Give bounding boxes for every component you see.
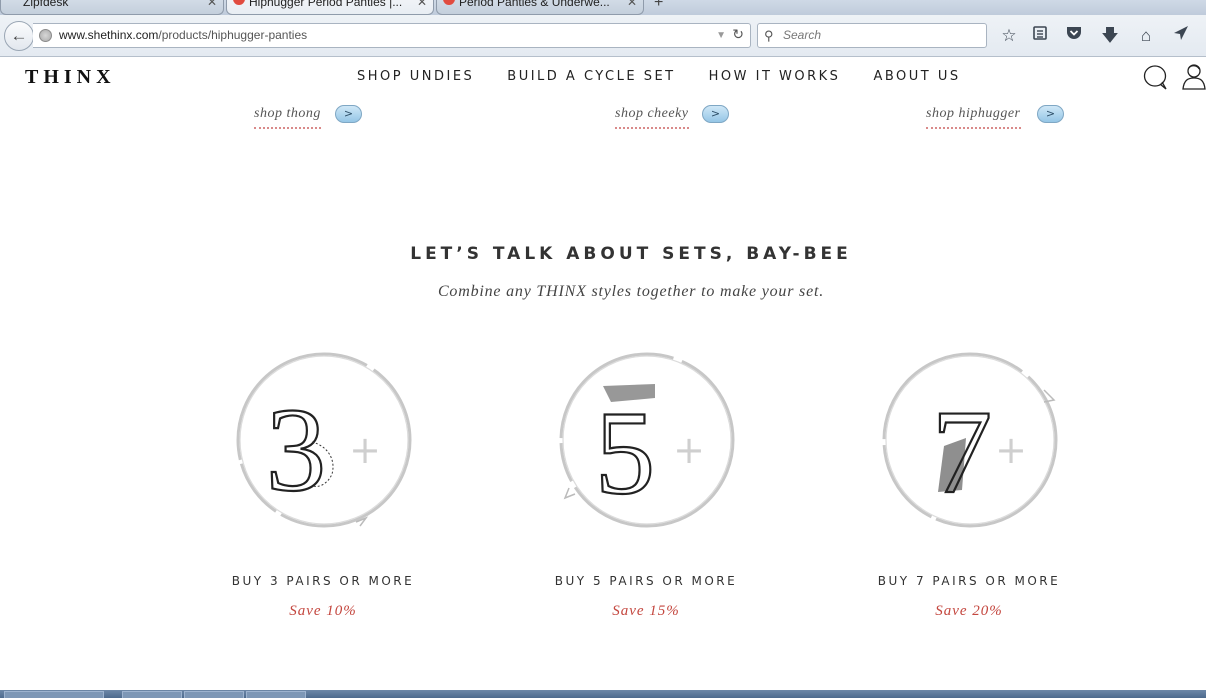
nav-about-us[interactable]: ABOUT US (873, 69, 960, 84)
thinx-favicon-icon (443, 0, 455, 5)
badge-number: 5 (595, 386, 655, 519)
url-path: /products/hiphugger-panties (158, 28, 308, 42)
send-icon[interactable] (1170, 25, 1192, 47)
address-bar[interactable]: www.shethinx.com/products/hiphugger-pant… (33, 23, 751, 48)
tab-close-icon[interactable]: ✕ (207, 0, 217, 12)
offer-7-label: BUY 7 PAIRS OR MORE (877, 574, 1061, 588)
badge-plus: + (995, 428, 1027, 472)
browser-tab-zipfdesk[interactable]: Zipfdesk ✕ (0, 0, 224, 15)
shop-hiphugger-arrow-button[interactable]: > (1037, 105, 1064, 123)
browser-tab-hiphugger[interactable]: Hiphugger Period Panties |... ✕ (226, 0, 434, 15)
thinx-favicon-icon (233, 0, 245, 5)
tab-title: Period Panties & Underwe... (459, 0, 610, 9)
nav-how-it-works[interactable]: HOW IT WORKS (709, 69, 841, 84)
shop-hiphugger-link[interactable]: shop hiphugger (926, 106, 1021, 129)
tab-title: Hiphugger Period Panties |... (249, 0, 403, 9)
sets-heading: LET’S TALK ABOUT SETS, BAY-BEE (410, 244, 852, 264)
shop-cheeky-arrow-button[interactable]: > (702, 105, 729, 123)
back-arrow-icon: ← (10, 26, 28, 45)
tab-title: Zipfdesk (23, 0, 69, 9)
os-taskbar (0, 690, 1206, 698)
account-icon[interactable] (1182, 63, 1206, 95)
browser-tab-period-panties[interactable]: Period Panties & Underwe... ✕ (436, 0, 644, 15)
back-button[interactable]: ← (4, 21, 34, 51)
shop-thong-label: shop thong (254, 106, 321, 129)
taskbar-start-button[interactable] (4, 691, 104, 698)
offer-7-save: Save 20% (935, 603, 1003, 619)
shop-cheeky-link[interactable]: shop cheeky (615, 106, 689, 129)
browser-search-input[interactable]: ⚲ Search (757, 23, 987, 48)
site-header: THINX SHOP UNDIES BUILD A CYCLE SET HOW … (0, 57, 1206, 99)
nav-shop-undies[interactable]: SHOP UNDIES (357, 69, 474, 84)
browser-tab-strip: Zipfdesk ✕ Hiphugger Period Panties |...… (0, 0, 1206, 15)
bookmark-star-icon[interactable]: ☆ (998, 25, 1020, 47)
search-placeholder: Search (783, 28, 822, 42)
offer-5-label: BUY 5 PAIRS OR MORE (554, 574, 738, 588)
pocket-icon[interactable] (1063, 25, 1085, 47)
main-navigation: SHOP UNDIES BUILD A CYCLE SET HOW IT WOR… (357, 69, 961, 84)
shop-thong-arrow-button[interactable]: > (335, 105, 362, 123)
set-badge-3[interactable]: 3 + (232, 350, 416, 534)
new-tab-button[interactable]: + (654, 0, 663, 12)
shop-thong-link[interactable]: shop thong (254, 106, 321, 129)
shop-hiphugger-label: shop hiphugger (926, 106, 1021, 129)
thinx-logo[interactable]: THINX (25, 66, 116, 89)
nav-build-a-cycle-set[interactable]: BUILD A CYCLE SET (507, 69, 675, 84)
offer-5-save: Save 15% (612, 603, 680, 619)
search-icon: ⚲ (764, 28, 774, 43)
badge-number: 3 (266, 383, 326, 516)
offer-3-save: Save 10% (289, 603, 357, 619)
shop-cheeky-label: shop cheeky (615, 106, 689, 129)
offer-3-label: BUY 3 PAIRS OR MORE (231, 574, 415, 588)
sets-subheading: Combine any THINX styles together to mak… (437, 283, 825, 300)
browser-navigation-bar: ← www.shethinx.com/products/hiphugger-pa… (0, 15, 1206, 57)
taskbar-app-button[interactable] (122, 691, 182, 698)
chat-bubble-icon[interactable] (1143, 64, 1169, 96)
badge-number: 7 (932, 385, 992, 518)
url-dropdown-icon[interactable]: ▼ (716, 24, 726, 47)
taskbar-app-button[interactable] (184, 691, 244, 698)
reload-icon[interactable]: ↻ (732, 23, 744, 46)
url-host: www.shethinx.com (59, 28, 159, 42)
reading-list-icon[interactable] (1029, 25, 1051, 47)
globe-icon (39, 29, 52, 42)
set-badge-7[interactable]: 7 + (878, 350, 1062, 534)
taskbar-app-button[interactable] (246, 691, 306, 698)
tab-close-icon[interactable]: ✕ (417, 0, 427, 12)
badge-plus: + (349, 428, 381, 472)
tab-close-icon[interactable]: ✕ (627, 0, 637, 12)
downloads-icon[interactable]: 🡇 (1099, 25, 1121, 47)
set-badge-5[interactable]: 5 + (555, 350, 739, 534)
badge-plus: + (673, 428, 705, 472)
home-icon[interactable]: ⌂ (1135, 25, 1157, 47)
